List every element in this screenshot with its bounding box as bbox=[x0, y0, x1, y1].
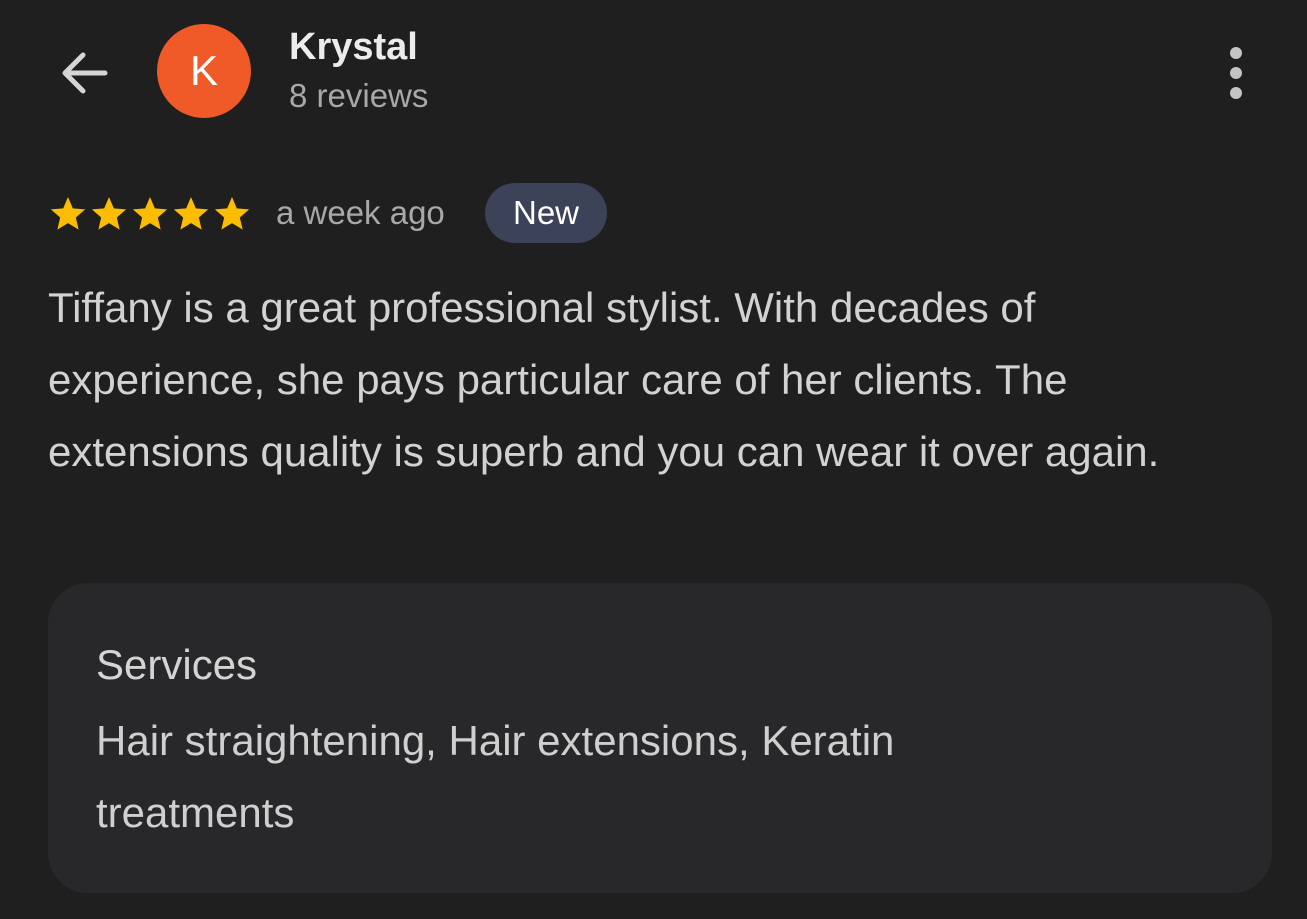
review-screen: K Krystal 8 reviews a week ago New Tiffa… bbox=[0, 0, 1307, 919]
services-title: Services bbox=[96, 641, 258, 688]
star-rating bbox=[48, 192, 253, 236]
arrow-back-icon bbox=[62, 52, 108, 94]
more-vert-icon bbox=[1230, 47, 1242, 99]
services-card: Services Hair straightening, Hair extens… bbox=[48, 583, 1272, 893]
star-icon bbox=[50, 197, 86, 230]
reviewer-name[interactable]: Krystal bbox=[289, 26, 418, 69]
review-text: Tiffany is a great professional stylist.… bbox=[48, 284, 1160, 475]
avatar-initial: K bbox=[189, 47, 218, 94]
star-icon bbox=[132, 197, 168, 230]
new-badge: New bbox=[485, 183, 607, 243]
star-icon bbox=[91, 197, 127, 230]
more-options-button[interactable] bbox=[1212, 40, 1260, 106]
review-count: 8 reviews bbox=[289, 77, 429, 114]
star-icon bbox=[214, 197, 250, 230]
review-time: a week ago bbox=[276, 194, 445, 231]
star-icon bbox=[173, 197, 209, 230]
avatar[interactable]: K bbox=[157, 24, 251, 118]
services-list: Hair straightening, Hair extensions, Ker… bbox=[96, 717, 895, 836]
back-button[interactable] bbox=[52, 44, 114, 102]
